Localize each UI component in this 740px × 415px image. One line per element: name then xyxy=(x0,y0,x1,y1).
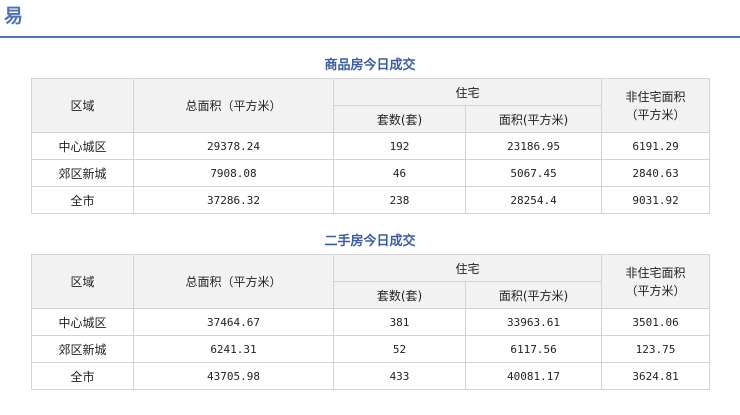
cell-region: 郊区新城 xyxy=(31,335,134,363)
col-header-residential: 住宅 xyxy=(332,254,603,282)
cell-region: 郊区新城 xyxy=(31,159,134,187)
table-row: 中心城区 37464.67 381 33963.61 3501.06 xyxy=(31,308,711,336)
col-header-total-area: 总面积（平方米） xyxy=(133,78,334,133)
cell-total-area: 37464.67 xyxy=(133,308,334,336)
cell-res-area: 6117.56 xyxy=(464,335,603,363)
page-title: 易 xyxy=(4,5,24,27)
table-row: 全市 37286.32 238 28254.4 9031.92 xyxy=(31,186,711,214)
cell-res-area: 23186.95 xyxy=(464,132,603,160)
cell-nonres-area: 9031.92 xyxy=(601,186,711,214)
cell-units: 52 xyxy=(333,335,466,363)
col-header-nonres-line1: 非住宅面积 xyxy=(625,265,686,280)
resale-housing-table: 区域 总面积（平方米） 住宅 非住宅面积 （平方米） 套数(套) 面积(平方米)… xyxy=(31,254,711,390)
col-header-units: 套数(套) xyxy=(333,281,466,309)
col-header-res-area: 面积(平方米) xyxy=(464,105,603,133)
cell-res-area: 33963.61 xyxy=(464,308,603,336)
new-housing-table: 区域 总面积（平方米） 住宅 非住宅面积 （平方米） 套数(套) 面积(平方米)… xyxy=(31,78,711,214)
col-header-total-area: 总面积（平方米） xyxy=(133,254,334,309)
cell-res-area: 5067.45 xyxy=(464,159,603,187)
col-header-nonres-line1: 非住宅面积 xyxy=(625,89,686,104)
col-header-nonres-line2: （平方米） xyxy=(625,107,686,122)
cell-total-area: 43705.98 xyxy=(133,362,334,390)
cell-units: 192 xyxy=(333,132,466,160)
section-title: 二手房今日成交 xyxy=(324,234,416,249)
cell-total-area: 29378.24 xyxy=(133,132,334,160)
col-header-residential: 住宅 xyxy=(332,78,603,106)
cell-nonres-area: 3624.81 xyxy=(601,362,711,390)
cell-units: 238 xyxy=(333,186,466,214)
cell-units: 433 xyxy=(333,362,466,390)
col-header-nonres-area: 非住宅面积 （平方米） xyxy=(601,78,711,133)
col-header-units: 套数(套) xyxy=(333,105,466,133)
cell-region: 中心城区 xyxy=(31,308,134,336)
cell-units: 381 xyxy=(333,308,466,336)
table-row: 郊区新城 6241.31 52 6117.56 123.75 xyxy=(31,335,711,363)
resale-housing-section: 二手房今日成交 区域 总面积（平方米） 住宅 非住宅面积 （平方米） 套数(套)… xyxy=(31,232,711,390)
cell-nonres-area: 6191.29 xyxy=(601,132,711,160)
cell-total-area: 37286.32 xyxy=(133,186,334,214)
cell-region: 中心城区 xyxy=(31,132,134,160)
new-housing-section: 商品房今日成交 区域 总面积（平方米） 住宅 非住宅面积 （平方米） 套数(套)… xyxy=(31,56,711,214)
cell-total-area: 7908.08 xyxy=(133,159,334,187)
table-row: 全市 43705.98 433 40081.17 3624.81 xyxy=(31,362,711,390)
cell-nonres-area: 123.75 xyxy=(601,335,711,363)
table-row: 郊区新城 7908.08 46 5067.45 2840.63 xyxy=(31,159,711,187)
col-header-res-area: 面积(平方米) xyxy=(464,281,603,309)
cell-total-area: 6241.31 xyxy=(133,335,334,363)
cell-res-area: 40081.17 xyxy=(464,362,603,390)
cell-units: 46 xyxy=(333,159,466,187)
col-header-region: 区域 xyxy=(31,78,134,133)
table-row: 中心城区 29378.24 192 23186.95 6191.29 xyxy=(31,132,711,160)
section-title: 商品房今日成交 xyxy=(324,58,416,73)
col-header-nonres-line2: （平方米） xyxy=(625,283,686,298)
cell-region: 全市 xyxy=(31,186,134,214)
cell-nonres-area: 2840.63 xyxy=(601,159,711,187)
col-header-region: 区域 xyxy=(31,254,134,309)
cell-nonres-area: 3501.06 xyxy=(601,308,711,336)
col-header-nonres-area: 非住宅面积 （平方米） xyxy=(601,254,711,309)
page-header: 易 xyxy=(0,0,740,38)
cell-region: 全市 xyxy=(31,362,134,390)
cell-res-area: 28254.4 xyxy=(464,186,603,214)
